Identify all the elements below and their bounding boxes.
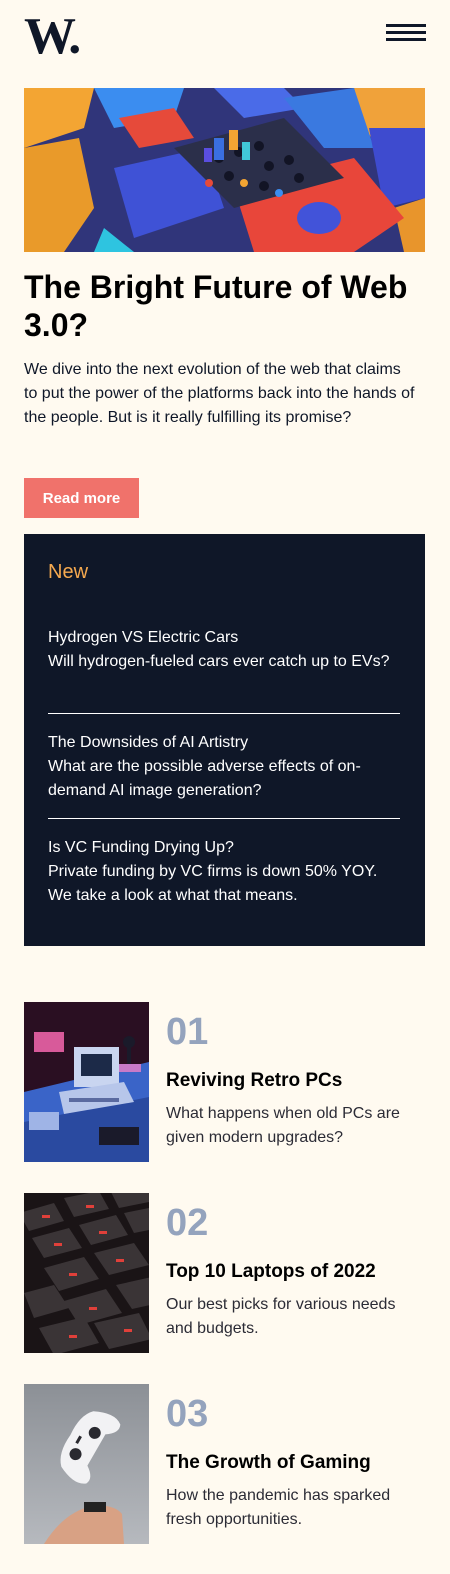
- new-item[interactable]: The Downsides of AI Artistry What are th…: [48, 731, 400, 803]
- article-number: 01: [166, 1011, 209, 1053]
- article-description: How the pandemic has sparked fresh oppor…: [166, 1487, 391, 1528]
- divider: [48, 818, 400, 819]
- article-item[interactable]: 02 Top 10 Laptops of 2022 Our best picks…: [24, 1193, 426, 1353]
- article-number: 03: [166, 1393, 209, 1435]
- hamburger-menu-icon[interactable]: [386, 24, 426, 42]
- site-header: W.: [24, 11, 426, 63]
- menu-bar: [386, 24, 426, 27]
- article-title[interactable]: The Growth of Gaming: [166, 1450, 371, 1476]
- article-description: Our best picks for various needs and bud…: [166, 1296, 396, 1337]
- site-logo[interactable]: W.: [24, 11, 81, 63]
- hero-image: [24, 88, 425, 252]
- hero-title: The Bright Future of Web 3.0?: [24, 269, 408, 343]
- new-item[interactable]: Is VC Funding Drying Up? Private funding…: [48, 836, 400, 908]
- new-item-title[interactable]: Is VC Funding Drying Up?: [48, 836, 400, 860]
- article-item[interactable]: 01 Reviving Retro PCs What happens when …: [24, 1002, 426, 1162]
- hero-description: We dive into the next evolution of the w…: [24, 361, 415, 426]
- new-item-title[interactable]: Hydrogen VS Electric Cars: [48, 626, 400, 650]
- new-panel-heading: New: [48, 561, 89, 583]
- menu-bar: [386, 31, 426, 34]
- article-description: What happens when old PCs are given mode…: [166, 1105, 400, 1146]
- retro-pc-thumbnail[interactable]: [24, 1002, 149, 1162]
- new-item-description: Private funding by VC firms is down 50% …: [48, 863, 378, 904]
- new-item[interactable]: Hydrogen VS Electric Cars Will hydrogen-…: [48, 626, 400, 674]
- menu-bar: [386, 38, 426, 41]
- article-title[interactable]: Top 10 Laptops of 2022: [166, 1259, 376, 1285]
- read-more-button[interactable]: Read more: [24, 478, 139, 518]
- divider: [48, 713, 400, 714]
- new-item-title[interactable]: The Downsides of AI Artistry: [48, 731, 400, 755]
- article-number: 02: [166, 1202, 209, 1244]
- new-item-description: What are the possible adverse effects of…: [48, 758, 361, 799]
- new-articles-panel: New Hydrogen VS Electric Cars Will hydro…: [24, 534, 425, 946]
- article-title[interactable]: Reviving Retro PCs: [166, 1068, 342, 1094]
- game-controller-thumbnail[interactable]: [24, 1384, 149, 1544]
- new-item-description: Will hydrogen-fueled cars ever catch up …: [48, 653, 390, 670]
- article-item[interactable]: 03 The Growth of Gaming How the pandemic…: [24, 1384, 426, 1544]
- laptop-keyboard-thumbnail[interactable]: [24, 1193, 149, 1353]
